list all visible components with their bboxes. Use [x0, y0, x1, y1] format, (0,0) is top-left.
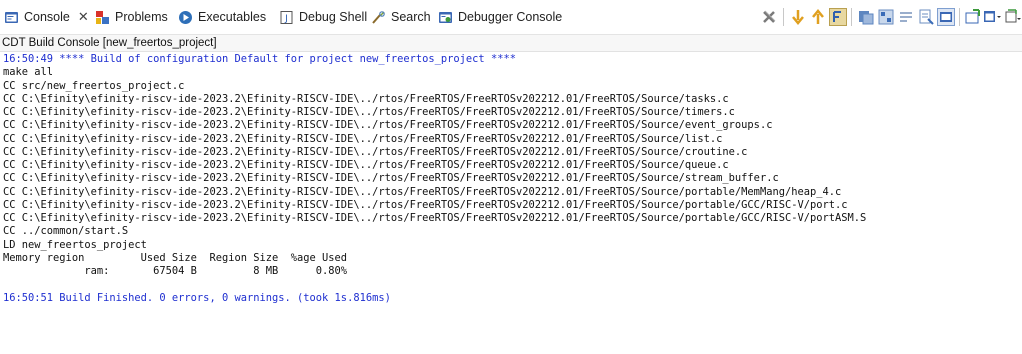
console-line: 16:50:49 **** Build of configuration Def…: [3, 53, 516, 65]
new-console-icon[interactable]: [964, 8, 982, 26]
show-errors-icon[interactable]: [829, 8, 847, 26]
previous-error-icon[interactable]: [809, 8, 827, 26]
console-line: CC C:\Efinity\efinity-riscv-ide-2023.2\E…: [3, 159, 729, 171]
tab-search[interactable]: Search: [371, 8, 431, 26]
toolbar-divider: [783, 8, 784, 26]
svg-text:J: J: [284, 14, 288, 24]
remove-all-icon[interactable]: [760, 8, 778, 26]
tab-executables[interactable]: Executables: [178, 8, 266, 26]
console-line: CC C:\Efinity\efinity-riscv-ide-2023.2\E…: [3, 119, 773, 132]
search-icon: [371, 10, 386, 25]
console-line: make all: [3, 66, 54, 79]
console-line: 16:50:51 Build Finished. 0 errors, 0 war…: [3, 291, 391, 304]
debug-shell-icon: J: [279, 10, 294, 25]
console-line: CC ../common/start.S: [3, 225, 129, 238]
tab-search-label: Search: [391, 10, 431, 24]
tab-problems[interactable]: Problems: [95, 8, 168, 26]
console-line: CC C:\Efinity\efinity-riscv-ide-2023.2\E…: [3, 198, 848, 211]
toolbar-divider: [851, 8, 852, 26]
tab-debugger-console-label: Debugger Console: [458, 10, 563, 24]
console-line: CC C:\Efinity\efinity-riscv-ide-2023.2\E…: [3, 212, 867, 224]
tab-executables-label: Executables: [198, 10, 267, 24]
console-line: Memory region Used Size Region Size %age…: [3, 251, 348, 264]
console-line: LD new_freertos_project: [3, 238, 147, 251]
console-line: CC C:\Efinity\efinity-riscv-ide-2023.2\E…: [3, 185, 842, 198]
console-line: CC C:\Efinity\efinity-riscv-ide-2023.2\E…: [3, 92, 729, 105]
display-selected-console-icon[interactable]: [937, 8, 955, 26]
console-line: CC C:\Efinity\efinity-riscv-ide-2023.2\E…: [3, 145, 748, 158]
tab-console[interactable]: Console ✕: [4, 8, 89, 26]
tab-console-label: Console: [24, 10, 70, 24]
tab-debugger-console[interactable]: Debugger Console: [438, 8, 562, 26]
debugger-console-icon: [438, 10, 453, 25]
open-console-icon[interactable]: [982, 8, 1002, 26]
console-line: ram: 67504 B 8 MB 0.80%: [3, 265, 348, 277]
toolbar-divider: [959, 8, 960, 26]
view-tab-bar: Console ✕ Problems Executables J Debug S…: [0, 0, 1022, 35]
console-line: CC src/new_freertos_project.c: [3, 79, 185, 92]
console-line: CC C:\Efinity\efinity-riscv-ide-2023.2\E…: [3, 172, 779, 185]
pin-console-icon[interactable]: [877, 8, 895, 26]
console-line: CC C:\Efinity\efinity-riscv-ide-2023.2\E…: [3, 106, 735, 118]
view-menu-icon[interactable]: [1004, 8, 1022, 26]
scroll-lock-icon[interactable]: [917, 8, 935, 26]
tab-debug-shell-label: Debug Shell: [299, 10, 368, 24]
executables-icon: [178, 10, 193, 25]
console-icon: [4, 10, 19, 25]
word-wrap-icon[interactable]: [897, 8, 915, 26]
close-icon[interactable]: ✕: [78, 9, 89, 25]
console-line: CC C:\Efinity\efinity-riscv-ide-2023.2\E…: [3, 132, 723, 145]
tab-problems-label: Problems: [115, 10, 168, 24]
copy-icon[interactable]: [857, 8, 875, 26]
next-error-icon[interactable]: [789, 8, 807, 26]
console-title: CDT Build Console [new_freertos_project]: [0, 35, 1022, 52]
tab-debug-shell[interactable]: J Debug Shell: [279, 8, 367, 26]
console-output[interactable]: 16:50:49 **** Build of configuration Def…: [0, 53, 1022, 354]
problems-icon: [95, 10, 110, 25]
